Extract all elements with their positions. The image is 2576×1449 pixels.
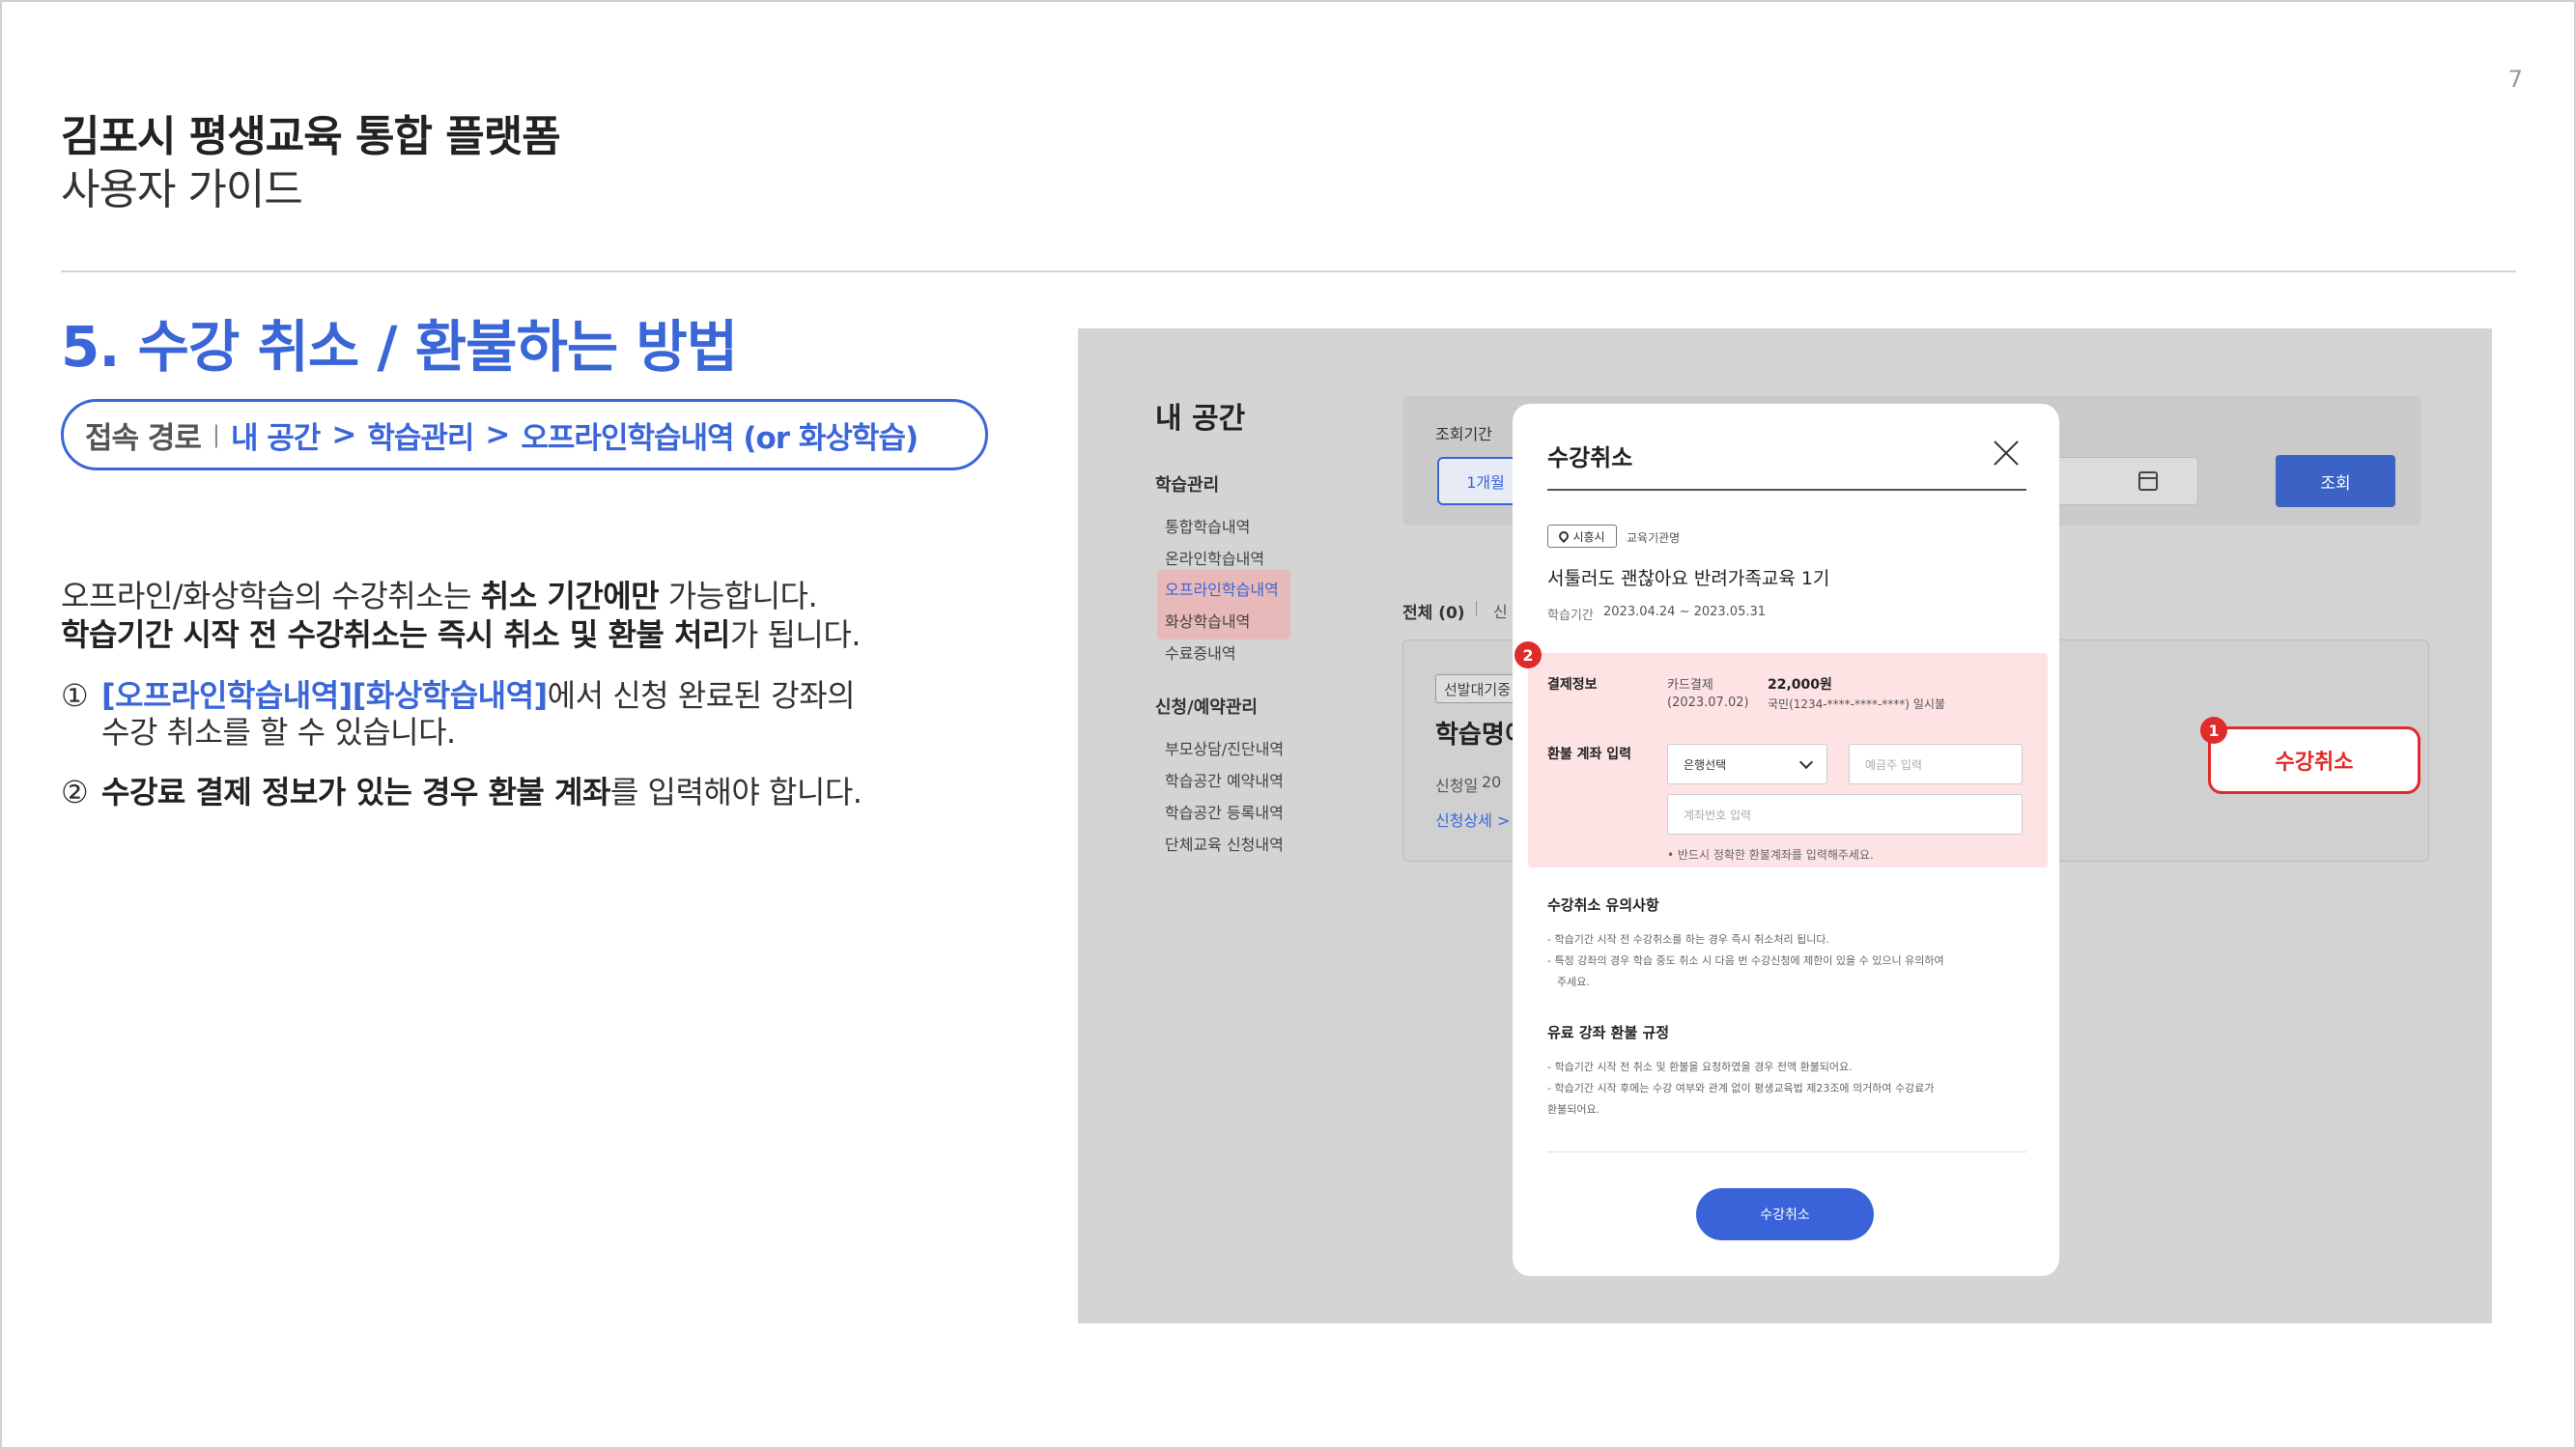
desc-text: 가능합니다. xyxy=(659,578,818,614)
sidebar-item-online[interactable]: 온라인학습내역 xyxy=(1165,546,1264,569)
location-tag: 시흥시 xyxy=(1547,525,1617,548)
cancel-enrollment-button[interactable]: 수강취소 xyxy=(2208,726,2420,794)
chevron-down-icon xyxy=(1798,754,1814,770)
step-number: ① xyxy=(61,677,89,714)
close-icon[interactable] xyxy=(1992,439,2021,468)
period-label: 학습기간 xyxy=(1547,609,1594,623)
location-pin-icon xyxy=(1557,528,1571,544)
sidebar-item-group-education[interactable]: 단체교육 신청내역 xyxy=(1165,832,1284,855)
account-holder-input[interactable]: 예금주 입력 xyxy=(1849,744,2023,784)
sidebar-item-video[interactable]: 화상학습내역 xyxy=(1165,609,1250,632)
path-separator: | xyxy=(212,421,220,448)
bank-select[interactable]: 은행선택 xyxy=(1667,744,1827,784)
path-item-learning: 학습관리 xyxy=(367,420,474,456)
sidebar-item-space-registration[interactable]: 학습공간 등록내역 xyxy=(1165,800,1284,823)
section-title: 5. 수강 취소 / 환불하는 방법 xyxy=(61,314,738,380)
page-number: 7 xyxy=(2507,66,2523,93)
date-input[interactable] xyxy=(2053,457,2198,505)
tab-all[interactable]: 전체 (0) xyxy=(1402,599,1465,623)
step-number: ② xyxy=(61,774,89,810)
ui-screenshot: 내 공간 학습관리 통합학습내역 온라인학습내역 오프라인학습내역 화상학습내역… xyxy=(1078,328,2492,1323)
modal-title: 수강취소 xyxy=(1547,444,1633,471)
modal-divider xyxy=(1547,489,2026,491)
desc-text: 를 입력해야 합니다. xyxy=(609,774,863,810)
desc-text: 에서 신청 완료된 강좌의 xyxy=(547,677,856,714)
tab-next[interactable]: 신 xyxy=(1493,599,1508,622)
refund-policy-title: 유료 강좌 환불 규정 xyxy=(1547,1024,1670,1041)
location-text: 시흥시 xyxy=(1572,529,1605,544)
filter-label: 조회기간 xyxy=(1435,425,1492,443)
step-1-cont: 수강 취소를 할 수 있습니다. xyxy=(101,714,456,751)
refund-policy-2: - 학습기간 시작 후에는 수강 여부와 관계 없이 평생교육법 제23조에 의… xyxy=(1547,1082,1935,1094)
desc-bold: 취소 기간에만 xyxy=(480,578,660,614)
sidebar-item-certificate[interactable]: 수료증내역 xyxy=(1165,640,1236,664)
path-label: 접속 경로 xyxy=(85,420,202,456)
detail-link[interactable]: 신청상세 > xyxy=(1435,808,1510,831)
sidebar-item-offline[interactable]: 오프라인학습내역 xyxy=(1165,577,1279,600)
account-number-input[interactable]: 계좌번호 입력 xyxy=(1667,794,2023,835)
payment-method: 카드결제 xyxy=(1667,678,1713,693)
callout-badge-1: 1 xyxy=(2200,717,2227,744)
path-arrow: > xyxy=(331,417,356,452)
payment-card: 국민(1234-****-****-****) 일시불 xyxy=(1768,697,1945,711)
access-path: 접속 경로 | 내 공간 > 학습관리 > 오프라인학습내역 (or 화상학습) xyxy=(61,399,988,470)
course-name: 서툴러도 괜찮아요 반려가족교육 1기 xyxy=(1547,568,1830,589)
sidebar-item-counsel[interactable]: 부모상담/진단내역 xyxy=(1165,736,1284,759)
header-divider xyxy=(61,270,2516,272)
payment-amount: 22,000원 xyxy=(1768,677,1832,693)
refund-note: • 반드시 정확한 환불계좌를 입력해주세요. xyxy=(1667,848,1874,862)
callout-badge-2: 2 xyxy=(1514,641,1542,668)
payment-date: (2023.07.02) xyxy=(1667,696,1749,710)
notice-item-2: - 특정 강좌의 경우 학습 중도 취소 시 다음 번 수강신청에 제한이 있을… xyxy=(1547,954,1944,967)
org-name: 교육기관명 xyxy=(1627,531,1681,545)
confirm-cancel-button[interactable]: 수강취소 xyxy=(1696,1188,1874,1240)
path-arrow: > xyxy=(485,417,510,452)
notice-title: 수강취소 유의사항 xyxy=(1547,896,1659,914)
notice-item-1: - 학습기간 시작 전 수강취소를 하는 경우 즉시 취소처리 됩니다. xyxy=(1547,933,1829,946)
notice-item-2-cont: 주세요. xyxy=(1557,976,1590,988)
refund-policy-1: - 학습기간 시작 전 취소 및 환불을 요청하였을 경우 전액 환불되어요. xyxy=(1547,1061,1853,1073)
refund-account-label: 환불 계좌 입력 xyxy=(1547,747,1632,762)
cancel-modal: 수강취소 시흥시 교육기관명 서툴러도 괜찮아요 반려가족교육 1기 학습기간 … xyxy=(1513,404,2059,1276)
step-2: ② 수강료 결제 정보가 있는 경우 환불 계좌를 입력해야 합니다. xyxy=(61,768,863,812)
apply-date-value: 20 xyxy=(1482,773,1502,791)
bank-select-value: 은행선택 xyxy=(1684,757,1727,772)
sidebar-item-space-reservation[interactable]: 학습공간 예약내역 xyxy=(1165,768,1284,791)
calendar-icon[interactable] xyxy=(2138,471,2158,491)
desc-text: 가 됩니다. xyxy=(729,616,862,653)
doc-subtitle: 사용자 가이드 xyxy=(61,165,303,214)
sidebar-title: 내 공간 xyxy=(1155,402,1246,436)
period-value: 2023.04.24 ~ 2023.05.31 xyxy=(1603,605,1767,619)
search-button[interactable]: 조회 xyxy=(2276,455,2395,507)
desc-bold: 학습기간 시작 전 수강취소는 즉시 취소 및 환불 처리 xyxy=(61,616,730,653)
apply-date-label: 신청일 xyxy=(1435,777,1479,795)
path-item-myspace: 내 공간 xyxy=(230,420,321,456)
refund-policy-2-cont: 환불되어요. xyxy=(1547,1103,1600,1116)
desc-bold: 수강료 결제 정보가 있는 경우 환불 계좌 xyxy=(101,774,610,810)
sidebar-group-learning: 학습관리 xyxy=(1155,475,1220,496)
desc-line-2: 학습기간 시작 전 수강취소는 즉시 취소 및 환불 처리가 됩니다. xyxy=(61,611,861,655)
sidebar-item-integrated[interactable]: 통합학습내역 xyxy=(1165,514,1250,537)
sidebar-group-application: 신청/예약관리 xyxy=(1155,697,1258,718)
desc-text: 오프라인/화상학습의 수강취소는 xyxy=(61,578,481,614)
path-item-offline: 오프라인학습내역 (or 화상학습) xyxy=(521,420,919,456)
tab-separator: | xyxy=(1474,599,1480,616)
modal-footer-divider xyxy=(1547,1151,2026,1152)
payment-label: 결제정보 xyxy=(1547,677,1598,693)
